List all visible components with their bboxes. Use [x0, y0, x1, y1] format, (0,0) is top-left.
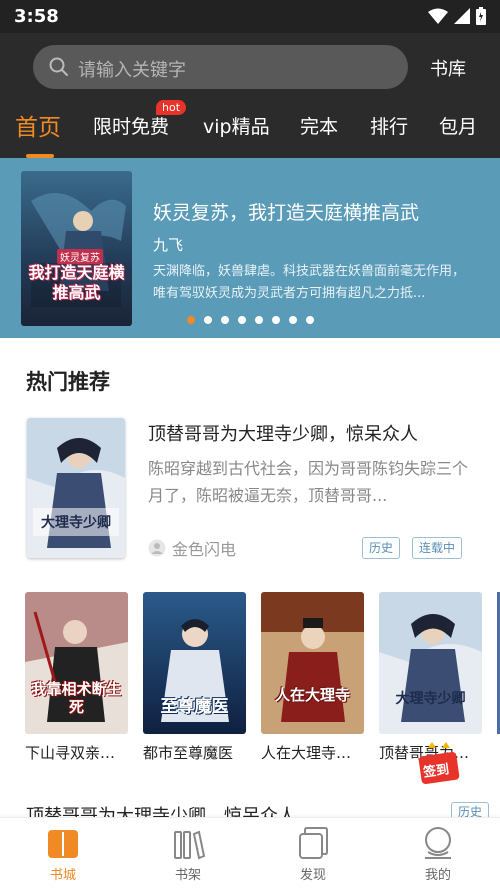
search-input[interactable]: 请输入关键字: [33, 45, 408, 89]
tab-ranking[interactable]: 排行: [370, 112, 408, 139]
book-card[interactable]: 大理寺少卿 顶替哥哥为…: [379, 592, 482, 763]
carousel-dot[interactable]: [187, 316, 195, 324]
banner-book-description: 天渊降临，妖兽肆虐。科技武器在妖兽面前毫无作用，唯有驾驭妖灵成为灵武者方可拥有超…: [153, 264, 466, 301]
featured-cover-title: 大理寺少卿: [41, 515, 111, 531]
tab-free[interactable]: 限时免费: [93, 112, 169, 139]
carousel-dot[interactable]: [221, 316, 229, 324]
nav-book-city[interactable]: 书城: [23, 826, 103, 883]
author-icon: [148, 539, 166, 557]
book-cover-title: 人在大理寺: [274, 686, 350, 704]
profile-icon: [425, 827, 451, 859]
banner-book-cover[interactable]: 我打造天庭横推高武 妖灵复苏: [21, 171, 132, 326]
signal-icon: [454, 8, 470, 24]
banner-book-author: 九飞: [153, 236, 184, 254]
discover-icon: [299, 827, 328, 859]
checkin-button[interactable]: 签到: [418, 740, 460, 784]
book-city-icon: [48, 830, 78, 858]
featured-author: 金色闪电: [148, 536, 236, 560]
hot-badge: hot: [156, 100, 187, 115]
tab-finished[interactable]: 完本: [300, 112, 338, 139]
featured-book-title[interactable]: 顶替哥哥为大理寺少卿，惊呆众人: [148, 420, 418, 446]
book-cover-title: 我靠相术断生死: [31, 680, 122, 716]
genre-tag: 历史: [362, 537, 401, 559]
status-icons: [428, 7, 486, 25]
banner-cover-title: 我打造天庭横推高武: [28, 263, 125, 302]
tab-monthly[interactable]: 包月: [439, 112, 477, 139]
nav-label: 书架: [174, 868, 201, 883]
book-name[interactable]: 都市至尊魔医: [143, 742, 246, 763]
carousel-dot[interactable]: [289, 316, 297, 324]
featured-book-description: 陈昭穿越到古代社会，因为哥哥陈钧失踪三个月了，陈昭被逼无奈，顶替哥哥...: [148, 459, 469, 505]
carousel-dot[interactable]: [272, 316, 280, 324]
status-bar: 3:58: [0, 0, 500, 33]
carousel-dots: [187, 316, 314, 324]
book-cover-title: 至尊魔医: [160, 697, 229, 717]
book-cover[interactable]: 大理寺少卿: [379, 592, 482, 734]
checkin-label: 签到: [422, 762, 451, 781]
library-link[interactable]: 书库: [430, 55, 466, 81]
book-cover[interactable]: 我靠相术断生死: [25, 592, 128, 734]
tab-home[interactable]: 首页: [15, 108, 61, 142]
nav-label: 发现: [299, 868, 326, 883]
status-time: 3:58: [14, 6, 59, 27]
featured-book-cover[interactable]: 大理寺少卿: [27, 418, 125, 558]
nav-discover[interactable]: 发现: [273, 826, 353, 883]
bookshelf-icon: [174, 830, 205, 860]
tab-vip[interactable]: vip精品: [203, 112, 270, 139]
category-tabs: 首页 限时免费 hot vip精品 完本 排行 包月: [0, 100, 500, 158]
nav-label: 我的: [424, 868, 451, 883]
book-card[interactable]: 我靠相术断生死 下山寻双亲…: [25, 592, 128, 763]
wifi-icon: [428, 8, 448, 24]
book-card[interactable]: 人在大理寺 人在大理寺…: [261, 592, 364, 763]
book-cover-title: 大理寺少卿: [395, 691, 466, 707]
nav-profile[interactable]: 我的: [398, 826, 478, 883]
banner-carousel[interactable]: 我打造天庭横推高武 妖灵复苏 妖灵复苏，我打造天庭横推高武 九飞 天渊降临，妖兽…: [0, 158, 500, 338]
nav-bookshelf[interactable]: 书架: [148, 826, 228, 883]
search-icon: [49, 57, 68, 76]
book-name[interactable]: 下山寻双亲…: [25, 742, 128, 763]
banner-cover-subtitle: 妖灵复苏: [57, 249, 103, 264]
banner-book-title[interactable]: 妖灵复苏，我打造天庭横推高武: [153, 198, 419, 225]
top-header: 请输入关键字 书库 首页 限时免费 hot vip精品 完本 排行 包月: [0, 33, 500, 158]
section-title: 热门推荐: [26, 370, 110, 394]
book-cover[interactable]: 人在大理寺: [261, 592, 364, 734]
search-placeholder: 请输入关键字: [78, 60, 186, 81]
battery-icon: [476, 7, 486, 25]
book-name[interactable]: 人在大理寺…: [261, 742, 364, 763]
bottom-nav: 书城 书架 发现 我的: [0, 817, 500, 889]
status-tag: 连载中: [412, 537, 463, 559]
carousel-dot[interactable]: [306, 316, 314, 324]
nav-label: 书城: [49, 868, 76, 883]
book-cover[interactable]: 至尊魔医: [143, 592, 246, 734]
featured-author-name: 金色闪电: [172, 540, 237, 559]
carousel-dot[interactable]: [255, 316, 263, 324]
book-card[interactable]: 至尊魔医 都市至尊魔医: [143, 592, 246, 763]
carousel-dot[interactable]: [238, 316, 246, 324]
carousel-dot[interactable]: [204, 316, 212, 324]
